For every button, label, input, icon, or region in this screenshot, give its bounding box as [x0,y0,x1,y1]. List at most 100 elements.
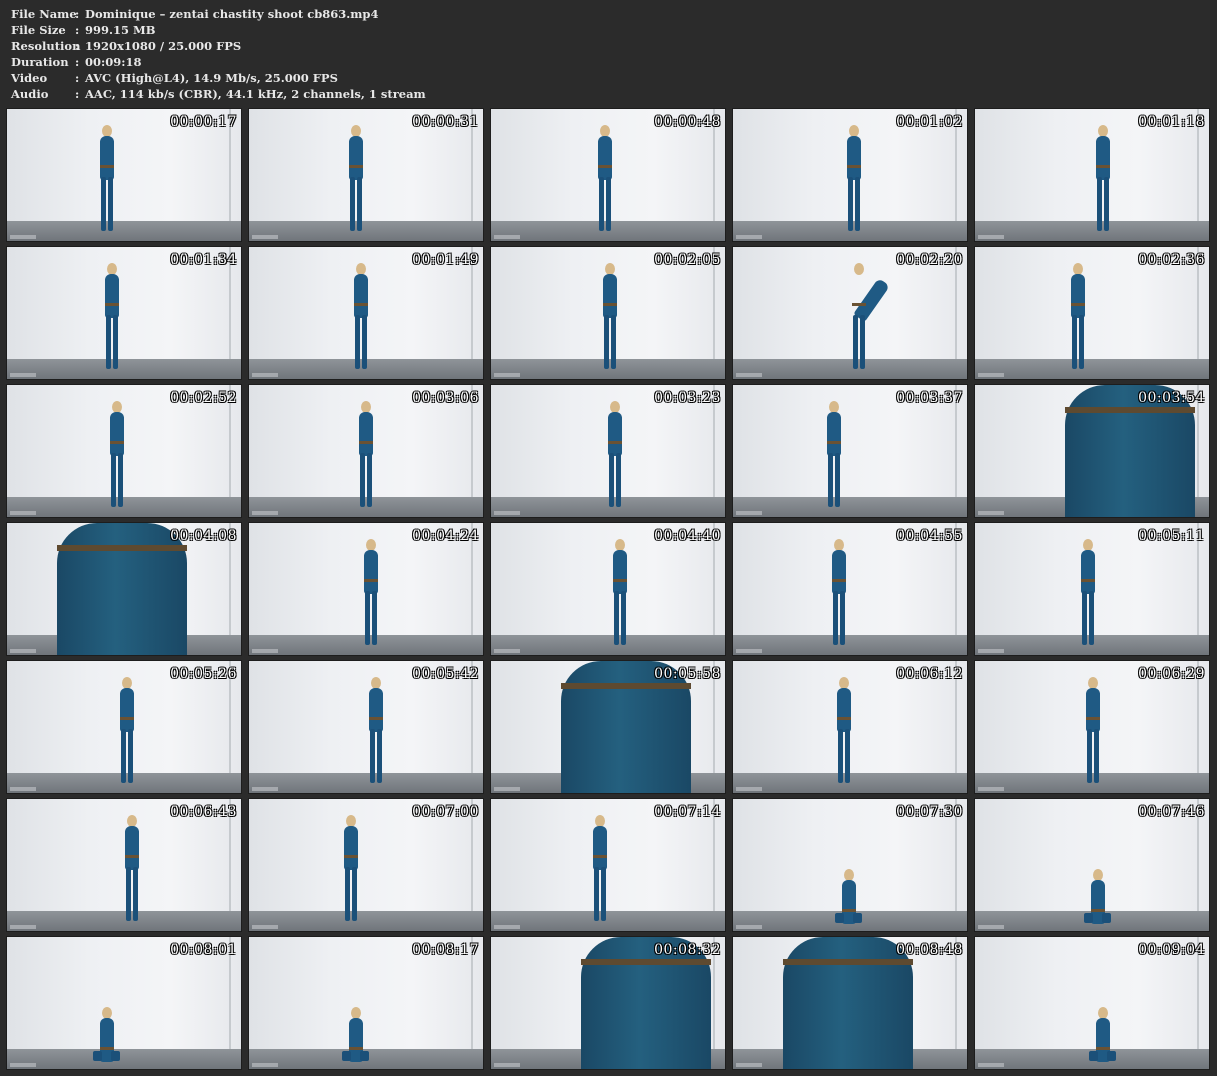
thumbnail: 00:07:14 [490,798,726,932]
watermark [736,235,762,239]
model-figure [605,401,625,511]
figure-belt [827,441,841,444]
figure-leg [342,1051,351,1061]
figure-belt [344,855,358,858]
thumbnail: 00:07:46 [974,798,1210,932]
figure-leg [838,729,843,783]
figure-belt [852,303,866,306]
thumbnail: 00:05:42 [248,660,484,794]
watermark [978,1063,1004,1067]
belt-strap [57,545,187,551]
figure-leg [355,315,360,369]
figure-body [120,688,134,732]
timestamp: 00:00:48 [654,114,721,130]
info-separator: : [75,7,80,21]
model-figure [1089,1007,1116,1063]
thumbnail: 00:04:24 [248,522,484,656]
timestamp: 00:01:49 [412,252,479,268]
info-separator: : [75,87,80,101]
timestamp: 00:00:31 [412,114,479,130]
thumbnail: 00:08:17 [248,936,484,1070]
figure-leg [1087,729,1092,783]
figure-leg [845,729,850,783]
watermark [252,787,278,791]
model-figure [835,869,862,925]
figure-leg [350,177,355,231]
info-separator: : [75,39,80,53]
figure-belt [100,1047,114,1050]
figure-leg [357,177,362,231]
info-value: AVC (High@L4), 14.9 Mb/s, 25.000 FPS [85,71,338,85]
model-figure [342,1007,369,1063]
watermark [736,787,762,791]
model-figure [361,539,381,649]
watermark [494,511,520,515]
figure-belt [369,717,383,720]
figure-leg [604,315,609,369]
watermark [978,649,1004,653]
floor [975,221,1209,241]
figure-leg [1104,177,1109,231]
figure-leg [1107,1051,1116,1061]
figure-leg [133,867,138,921]
thumbnail: 00:01:02 [732,108,968,242]
figure-leg [860,315,865,369]
belt-strap [1065,407,1195,413]
figure-belt [349,165,363,168]
info-row: Duration:00:09:18 [11,54,426,70]
info-value: Dominique – zentai chastity shoot cb863.… [85,7,379,21]
figure-belt [613,579,627,582]
figure-body [110,412,124,456]
timestamp: 00:03:54 [1138,390,1205,406]
watermark [10,511,36,515]
figure-leg [853,913,862,923]
timestamp: 00:03:06 [412,390,479,406]
figure-body [344,826,358,870]
timestamp: 00:05:26 [170,666,237,682]
figure-belt [354,303,368,306]
info-key: File Size [11,23,66,37]
figure-body [603,274,617,318]
model-figure [117,677,137,787]
figure-leg [345,867,350,921]
figure-leg [111,1051,120,1061]
watermark [252,235,278,239]
figure-leg [1072,315,1077,369]
watermark [978,373,1004,377]
info-value: AAC, 114 kb/s (CBR), 44.1 kHz, 2 channel… [85,87,426,101]
figure-leg [93,1051,102,1061]
figure-leg [835,913,844,923]
model-figure [356,401,376,511]
watermark [10,1063,36,1067]
figure-body [359,412,373,456]
figure-leg [108,177,113,231]
watermark [252,925,278,929]
figure-leg [1084,913,1093,923]
info-key: Resolution [11,39,81,53]
timestamp: 00:07:00 [412,804,479,820]
figure-leg [611,315,616,369]
info-row: Audio: AAC, 114 kb/s (CBR), 44.1 kHz, 2 c… [11,86,426,102]
model-figure [351,263,371,373]
info-value: 999.15 MB [85,23,156,37]
timestamp: 00:01:02 [896,114,963,130]
floor [7,359,241,379]
watermark [978,787,1004,791]
model-figure [844,125,864,235]
model-figure [1093,125,1113,235]
watermark [494,649,520,653]
belt-strap [561,683,691,689]
info-separator: : [75,23,80,37]
figure-leg [360,453,365,507]
figure-leg [1082,591,1087,645]
thumbnail: 00:03:54 [974,384,1210,518]
timestamp: 00:00:17 [170,114,237,130]
figure-leg [833,591,838,645]
figure-leg [616,453,621,507]
model-figure [122,815,142,925]
thumbnail: 00:08:48 [732,936,968,1070]
figure-leg [126,867,131,921]
watermark [736,925,762,929]
model-figure [595,125,615,235]
figure-belt [603,303,617,306]
